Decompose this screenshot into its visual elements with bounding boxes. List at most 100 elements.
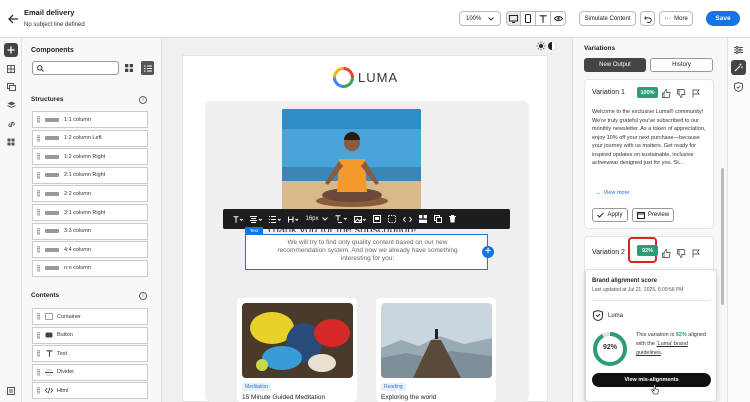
structure-item[interactable]: 1:2 column Right (32, 148, 148, 166)
layers-button[interactable] (4, 98, 18, 112)
delete-icon[interactable] (445, 209, 459, 229)
layout-icon[interactable] (415, 209, 430, 229)
thumbs-up-icon[interactable] (662, 89, 671, 98)
drag-handle-icon[interactable] (37, 153, 40, 161)
body-text[interactable]: We will try to find only quality content… (265, 239, 470, 263)
tab-history[interactable]: History (650, 58, 713, 72)
search-input[interactable] (47, 64, 117, 73)
apply-label: Apply (607, 212, 623, 218)
add-block-button[interactable]: + (482, 246, 494, 258)
drag-handle-icon[interactable] (37, 134, 40, 142)
save-button[interactable]: Save (706, 11, 740, 26)
media-icon[interactable] (369, 209, 384, 229)
drag-handle-icon[interactable] (37, 190, 40, 198)
thumbs-down-icon[interactable] (677, 89, 686, 98)
code-icon[interactable] (399, 209, 415, 229)
simulate-content-button[interactable]: Simulate Content (579, 11, 636, 26)
drag-handle-icon[interactable] (37, 246, 40, 254)
structure-item[interactable]: 3:3 column (32, 222, 148, 240)
brand-shield-icon (592, 310, 603, 321)
fragments-button[interactable] (4, 62, 18, 76)
duplicate-icon[interactable] (430, 209, 445, 229)
view-more-link[interactable]: ⌄ View more (596, 190, 630, 196)
drag-handle-icon[interactable] (37, 264, 40, 272)
tab-new-output[interactable]: New Output (584, 58, 646, 72)
card-title[interactable]: Exploring the world (381, 394, 436, 401)
content-item[interactable]: Text (32, 345, 148, 363)
select-icon[interactable] (384, 209, 399, 229)
drag-handle-icon[interactable] (37, 350, 40, 358)
add-components-button[interactable] (4, 43, 18, 57)
components-search[interactable] (32, 61, 119, 75)
brand-button[interactable] (731, 79, 746, 94)
column-layout-icon (45, 117, 59, 122)
text-color-icon[interactable] (331, 209, 350, 229)
brand-score-badge[interactable]: 100% (637, 87, 658, 98)
card-image-exploring[interactable] (381, 303, 492, 378)
apply-button[interactable]: Apply (592, 208, 628, 222)
contents-heading: Contents (31, 292, 60, 299)
structure-item[interactable]: 1:2 column Left (32, 129, 148, 147)
thumbs-up-icon[interactable] (662, 249, 671, 258)
text-style-icon[interactable] (229, 209, 246, 229)
drag-handle-icon[interactable] (37, 387, 40, 395)
grid-view-button[interactable] (123, 61, 135, 75)
more-button[interactable]: ··· More (659, 11, 693, 26)
alignment-suffix: . (660, 350, 663, 356)
structure-item[interactable]: n:n column (32, 259, 148, 277)
drag-handle-icon[interactable] (37, 171, 40, 179)
desktop-view-button[interactable] (506, 11, 521, 26)
list-view-button[interactable] (141, 61, 154, 75)
components-button[interactable] (4, 135, 18, 149)
assets-button[interactable] (4, 80, 18, 94)
info-icon[interactable]: i (139, 96, 147, 104)
card-image-meditation[interactable] (242, 303, 353, 378)
content-item[interactable]: Divider (32, 363, 148, 381)
links-button[interactable] (4, 117, 18, 131)
column-layout-icon (45, 136, 59, 141)
mobile-view-button[interactable] (521, 11, 536, 26)
structure-item[interactable]: 3:1 column Right (32, 204, 148, 221)
structure-item[interactable]: 2:2 column (32, 185, 148, 203)
zoom-select[interactable]: 100% (459, 11, 501, 26)
info-icon[interactable]: i (139, 292, 147, 300)
theme-toggle[interactable] (536, 41, 558, 51)
heading-icon[interactable] (284, 209, 302, 229)
flag-icon[interactable] (692, 89, 701, 98)
settings-rail-button[interactable] (4, 384, 18, 398)
eye-icon (553, 15, 563, 22)
text-view-button[interactable] (536, 11, 551, 26)
mouse-cursor-icon (651, 384, 659, 396)
image-icon[interactable] (350, 209, 369, 229)
column-layout-icon (45, 247, 59, 252)
undo-button[interactable] (640, 11, 655, 26)
subject-line: No subject line defined (24, 22, 85, 28)
drag-handle-icon[interactable] (37, 313, 40, 320)
structure-item[interactable]: 1:1 column (32, 111, 148, 128)
flag-icon[interactable] (692, 249, 701, 258)
font-size-select[interactable]: 16px (302, 209, 331, 229)
drag-handle-icon[interactable] (37, 331, 40, 339)
structure-item[interactable]: 4:4 column (32, 241, 148, 259)
content-item[interactable]: Container (32, 308, 148, 325)
preview-button[interactable]: Preview (632, 208, 674, 222)
drag-handle-icon[interactable] (37, 209, 40, 216)
structure-item[interactable]: 2:1 column Right (32, 166, 148, 184)
thumbs-down-icon[interactable] (677, 249, 686, 258)
drag-handle-icon[interactable] (37, 227, 40, 235)
scrollbar[interactable] (721, 168, 724, 305)
content-item[interactable]: Button (32, 326, 148, 344)
align-icon[interactable] (246, 209, 265, 229)
list-icon[interactable] (265, 209, 284, 229)
ai-assistant-button[interactable] (731, 60, 746, 75)
brand-score-badge[interactable]: 92% (637, 245, 658, 256)
content-item[interactable]: Html (32, 382, 148, 400)
drag-handle-icon[interactable] (37, 368, 40, 376)
card-title[interactable]: 15 Minute Guided Meditation (242, 394, 325, 401)
properties-button[interactable] (731, 42, 746, 57)
structure-label: 1:2 column Right (64, 153, 106, 160)
preview-view-button[interactable] (551, 11, 566, 26)
hero-image[interactable] (282, 109, 421, 214)
drag-handle-icon[interactable] (37, 116, 40, 123)
back-arrow-icon[interactable] (5, 11, 21, 27)
